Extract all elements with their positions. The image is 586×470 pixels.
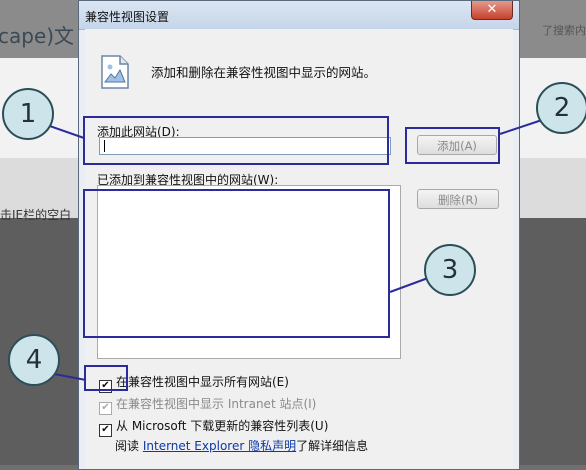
annotation-bubble-4: 4 xyxy=(8,334,60,386)
pointer-3 xyxy=(389,277,429,293)
annotation-bubble-3: 3 xyxy=(424,244,476,296)
annotation-bubble-1: 1 xyxy=(2,88,54,140)
annotation-bubble-2: 2 xyxy=(536,82,586,134)
annotation-pointers xyxy=(43,117,549,381)
pointer-4 xyxy=(53,373,87,381)
